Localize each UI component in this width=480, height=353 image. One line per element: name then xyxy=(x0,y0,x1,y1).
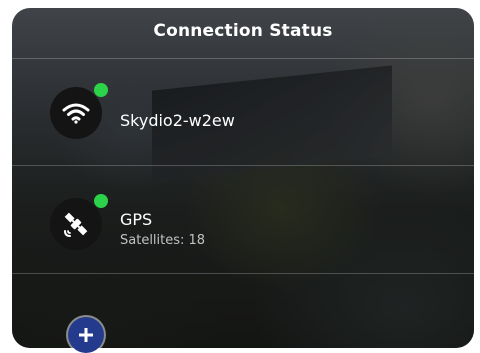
wifi-icon xyxy=(62,103,90,124)
status-dot-gps xyxy=(94,194,108,208)
divider xyxy=(12,273,474,274)
satellite-icon-button xyxy=(50,198,102,250)
connection-name: Skydio2-w2ew xyxy=(120,111,235,130)
wifi-icon-button xyxy=(50,87,102,139)
add-button[interactable] xyxy=(68,317,104,353)
connection-item-gps[interactable]: GPS Satellites: 18 xyxy=(12,166,474,272)
panel-header: Connection Status xyxy=(12,8,474,54)
connection-item-wifi[interactable]: Skydio2-w2ew xyxy=(12,59,474,165)
satellite-count: Satellites: 18 xyxy=(120,233,206,248)
page-title: Connection Status xyxy=(153,21,333,41)
connection-name: GPS xyxy=(120,210,153,229)
connection-status-panel: Connection Status Skydio2-w2ew GPS Satel… xyxy=(12,8,474,348)
plus-icon xyxy=(79,328,93,342)
status-dot-wifi xyxy=(94,83,108,97)
satellite-icon xyxy=(64,212,88,237)
